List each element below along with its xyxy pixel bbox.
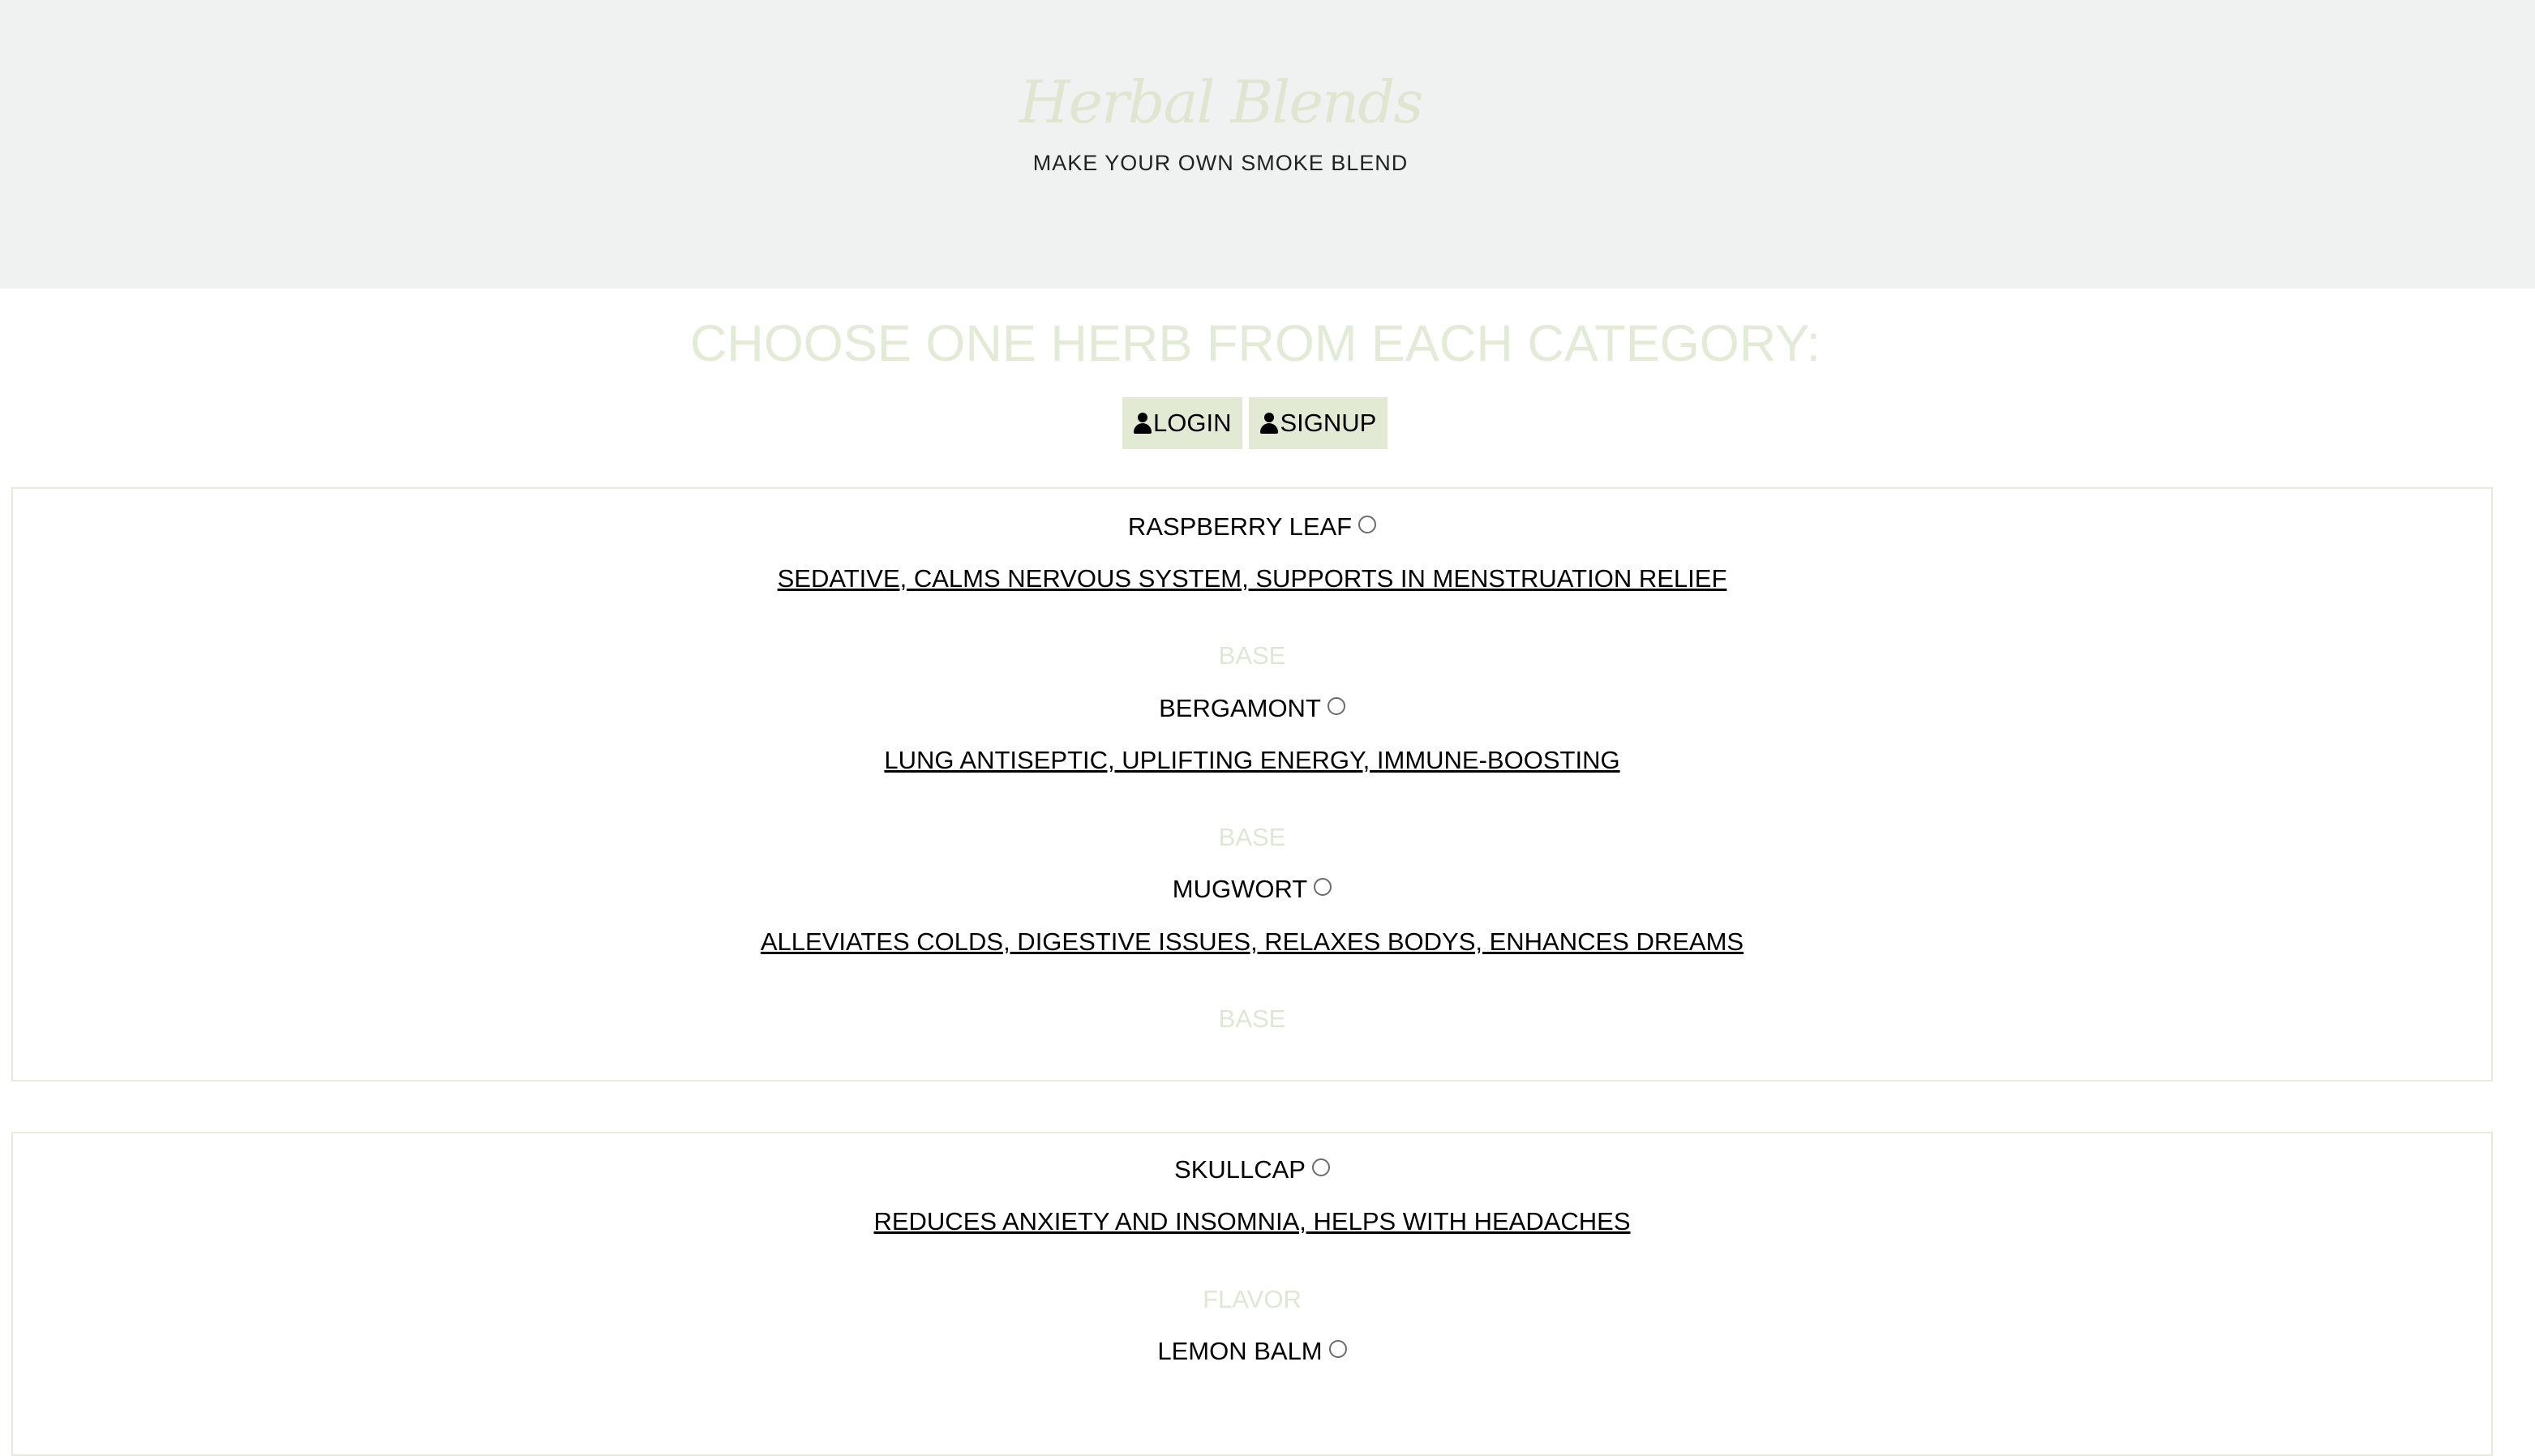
- herb-option[interactable]: LEMON BALM: [13, 1337, 2491, 1366]
- site-header: Herbal Blends MAKE YOUR OWN SMOKE BLEND: [0, 0, 2535, 289]
- herb-name: LEMON BALM: [1157, 1337, 1323, 1365]
- herb-option[interactable]: MUGWORT: [13, 875, 2491, 904]
- herb-name: BERGAMONT: [1159, 694, 1321, 722]
- tagline: MAKE YOUR OWN SMOKE BLEND: [1032, 151, 1409, 175]
- herb-description[interactable]: REDUCES ANXIETY AND INSOMNIA, HELPS WITH…: [13, 1207, 2491, 1236]
- herb-radio[interactable]: [1327, 697, 1345, 715]
- herb-name: SKULLCAP: [1174, 1155, 1306, 1184]
- herb-option[interactable]: BERGAMONT: [13, 694, 2491, 723]
- herb-description[interactable]: ALLEVIATES COLDS, DIGESTIVE ISSUES, RELA…: [13, 927, 2491, 957]
- herb-name: MUGWORT: [1172, 875, 1308, 903]
- herb-radio[interactable]: [1311, 1158, 1330, 1176]
- user-icon: [1260, 412, 1279, 435]
- herb-option[interactable]: SKULLCAP: [13, 1155, 2491, 1184]
- signup-button[interactable]: SIGNUP: [1249, 397, 1388, 449]
- login-label: LOGIN: [1153, 409, 1232, 437]
- herb-category: BASE: [1218, 1004, 1286, 1033]
- herb-radio[interactable]: [1314, 878, 1332, 896]
- herb-name: RASPBERRY LEAF: [1127, 512, 1353, 541]
- herb-category: BASE: [1218, 823, 1286, 851]
- herb-category: BASE: [1218, 641, 1286, 670]
- herb-group-card: SKULLCAP REDUCES ANXIETY AND INSOMNIA, H…: [11, 1132, 2493, 1456]
- user-icon: [1134, 412, 1152, 435]
- page-heading: CHOOSE ONE HERB FROM EACH CATEGORY:: [689, 315, 1821, 372]
- signup-label: SIGNUP: [1280, 409, 1377, 437]
- logo: Herbal Blends: [1019, 68, 1424, 136]
- login-button[interactable]: LOGIN: [1122, 397, 1243, 449]
- herb-option[interactable]: RASPBERRY LEAF: [13, 512, 2491, 542]
- herb-radio[interactable]: [1358, 516, 1377, 533]
- herb-group-card: RASPBERRY LEAF SEDATIVE, CALMS NERVOUS S…: [11, 487, 2493, 1081]
- herb-description[interactable]: LUNG ANTISEPTIC, UPLIFTING ENERGY, IMMUN…: [13, 746, 2491, 775]
- herb-radio[interactable]: [1328, 1340, 1347, 1358]
- herb-description[interactable]: SEDATIVE, CALMS NERVOUS SYSTEM, SUPPORTS…: [13, 564, 2491, 593]
- herb-category: FLAVOR: [1203, 1285, 1302, 1313]
- auth-buttons: LOGIN SIGNUP: [1122, 397, 1388, 449]
